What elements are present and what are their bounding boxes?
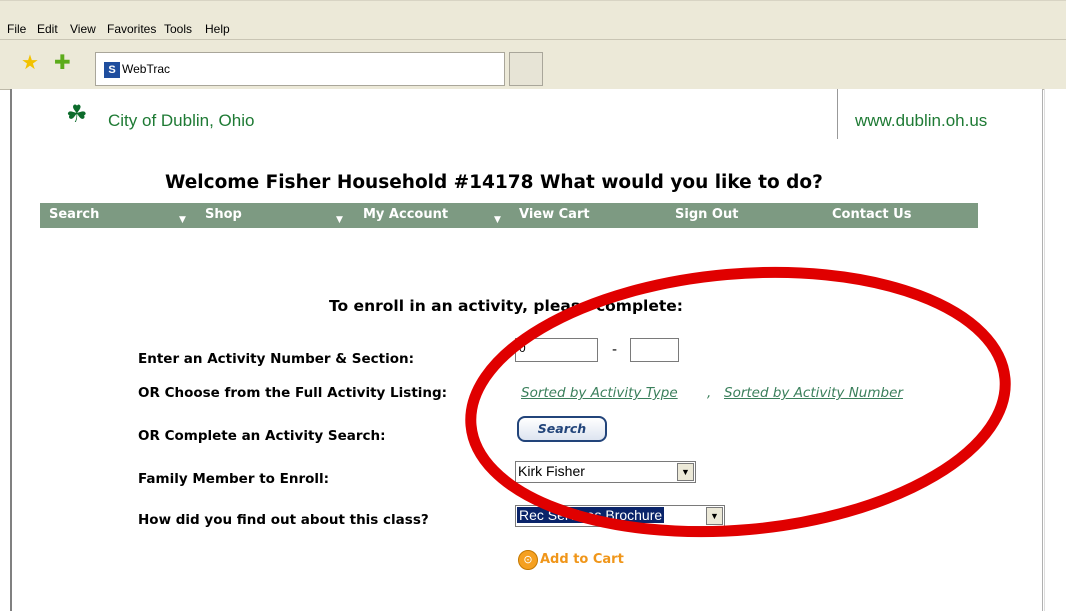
chevron-down-icon[interactable]: ▼ (677, 463, 694, 481)
welcome-heading: Welcome Fisher Household #14178 What wou… (165, 172, 823, 193)
menu-edit[interactable]: Edit (37, 22, 58, 36)
section-separator: - (612, 342, 618, 358)
activity-search-label: OR Complete an Activity Search: (138, 428, 386, 444)
referral-source-select[interactable]: Rec Services Brochure ▼ (515, 505, 725, 527)
site-url[interactable]: www.dublin.oh.us (855, 111, 987, 131)
menu-file[interactable]: File (7, 22, 26, 36)
activity-number-label: Enter an Activity Number & Section: (138, 351, 415, 367)
cart-caret-icon: ▼ (494, 215, 501, 225)
activity-number-input[interactable]: 0 (515, 338, 598, 362)
favorites-star-icon[interactable]: ★ (21, 52, 39, 72)
nav-view-cart[interactable]: View Cart (519, 207, 590, 222)
activity-listing-label: OR Choose from the Full Activity Listing… (138, 385, 448, 401)
webtrac-logo-icon: S (104, 62, 120, 78)
new-tab-button[interactable] (509, 52, 543, 86)
tab-webtrac[interactable]: S WebTrac (95, 52, 505, 86)
link-separator: , (707, 385, 712, 401)
menu-help[interactable]: Help (205, 22, 230, 36)
section-number-input[interactable] (630, 338, 679, 362)
sorted-by-type-link[interactable]: Sorted by Activity Type (521, 385, 678, 401)
menu-view[interactable]: View (70, 22, 96, 36)
referral-source-value: Rec Services Brochure (517, 507, 665, 523)
referral-source-label: How did you find out about this class? (138, 512, 429, 528)
shamrock-logo-icon: ☘ (66, 100, 88, 128)
nav-my-account[interactable]: My Account (363, 207, 448, 222)
enroll-heading: To enroll in an activity, please complet… (329, 297, 683, 315)
vertical-scrollbar[interactable] (1044, 89, 1066, 611)
sorted-by-number-link[interactable]: Sorted by Activity Number (724, 385, 903, 401)
family-member-select[interactable]: Kirk Fisher ▼ (515, 461, 696, 483)
webpage-content: ☘ City of Dublin, Ohio www.dublin.oh.us … (10, 89, 1043, 611)
main-nav: Search ▼ Shop ▼ My Account ▼ View Cart S… (40, 203, 978, 228)
nav-contact-us[interactable]: Contact Us (832, 207, 911, 222)
account-caret-icon: ▼ (336, 215, 343, 225)
browser-menubar: File Edit View Favorites Tools Help (0, 0, 1066, 40)
nav-sign-out[interactable]: Sign Out (675, 207, 738, 222)
nav-search[interactable]: Search (49, 207, 99, 222)
nav-shop[interactable]: Shop (205, 207, 242, 222)
tab-title: WebTrac (122, 62, 171, 76)
header-divider (837, 89, 838, 139)
shop-caret-icon: ▼ (179, 215, 186, 225)
family-member-label: Family Member to Enroll: (138, 471, 330, 487)
search-button[interactable]: Search (517, 416, 607, 442)
add-to-cart-link[interactable]: Add to Cart (540, 552, 624, 567)
cart-icon[interactable]: ⊙ (518, 550, 538, 570)
family-member-value: Kirk Fisher (518, 463, 585, 479)
menu-favorites[interactable]: Favorites (107, 22, 156, 36)
chevron-down-icon[interactable]: ▼ (706, 507, 723, 525)
menu-tools[interactable]: Tools (164, 22, 192, 36)
add-favorite-icon[interactable]: ✚ (54, 52, 71, 72)
city-name[interactable]: City of Dublin, Ohio (108, 111, 254, 131)
